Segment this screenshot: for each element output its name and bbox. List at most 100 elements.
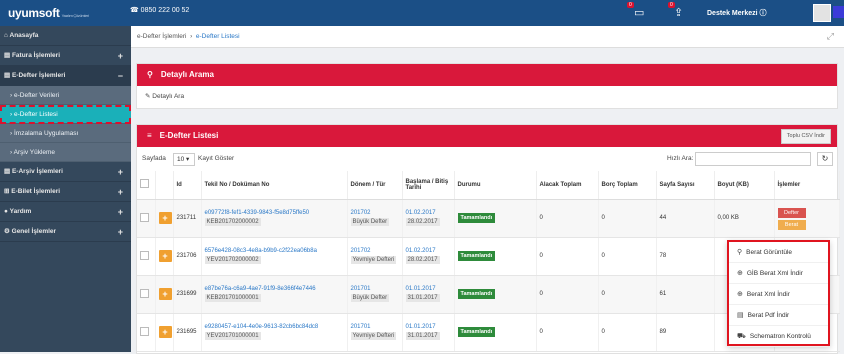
sidebar-item-help[interactable]: ● Yardım + xyxy=(0,202,131,222)
header-select[interactable] xyxy=(137,171,156,200)
row-end-date: 31.01.2017 xyxy=(405,332,440,340)
sidebar-item-edefter-data[interactable]: › e-Defter Verileri xyxy=(0,86,131,105)
row-period[interactable]: 201702 xyxy=(351,210,399,216)
logo[interactable]: uyumsoft Yazılım Çözümleri xyxy=(8,6,89,20)
page-size-select[interactable]: 10 ▾ xyxy=(173,153,195,166)
row-pages: 89 xyxy=(656,313,715,352)
menu-item-schematron-check[interactable]: ⛟ Schematron Kontrolü xyxy=(729,326,828,347)
user-menu[interactable] xyxy=(833,6,844,18)
header-size[interactable]: Boyut (KB) xyxy=(714,171,775,200)
refresh-icon[interactable]: ↻ xyxy=(817,152,833,166)
breadcrumb: e-Defter İşlemleri › e-Defter Listesi ⤢ xyxy=(131,26,844,48)
header-uuid[interactable]: Tekil No / Doküman No xyxy=(201,171,348,200)
row-checkbox[interactable] xyxy=(140,250,149,260)
row-id: 231695 xyxy=(173,313,202,352)
row-checkbox[interactable] xyxy=(140,326,149,336)
row-debit: 0 xyxy=(598,199,657,238)
sidebar-item-eticket[interactable]: ⊞ E-Bilet İşlemleri + xyxy=(0,182,131,202)
header-credit[interactable]: Alacak Toplam xyxy=(536,171,599,200)
sidebar-item-archive-upload[interactable]: › Arşiv Yükleme xyxy=(0,143,131,162)
sidebar-item-edefter[interactable]: ▤ E-Defter İşlemleri − xyxy=(0,66,131,86)
header-expand xyxy=(155,171,174,200)
quick-search-input[interactable] xyxy=(695,152,811,166)
select-all-checkbox[interactable] xyxy=(140,179,149,189)
expand-icon: + xyxy=(117,227,123,237)
defter-button[interactable]: Defter xyxy=(777,207,806,218)
expand-icon: + xyxy=(117,51,123,61)
inbox-icon[interactable]: ▭ xyxy=(634,6,644,19)
detailed-search-link[interactable]: ✎ Detaylı Ara xyxy=(137,86,837,106)
row-start-date: 01.02.2017 xyxy=(405,248,436,254)
menu-item-view-berat[interactable]: ⚲ Berat Görüntüle xyxy=(729,242,828,263)
menu-item-berat-xml[interactable]: ⊕ Berat Xml İndir xyxy=(729,284,828,305)
expand-icon: + xyxy=(117,207,123,217)
row-uuid-link[interactable]: 6576e428-08c3-4e8a-b9b9-c2f22ea06b8a xyxy=(205,248,344,254)
row-start-date: 01.02.2017 xyxy=(405,210,436,216)
archive-icon: ▤ xyxy=(4,168,12,175)
row-doc-no: YEV201702000002 xyxy=(204,256,261,264)
sidebar-item-signing-app[interactable]: › İmzalama Uygulaması xyxy=(0,124,131,143)
row-period[interactable]: 201702 xyxy=(351,248,399,254)
berat-menu: ⚲ Berat Görüntüle ⊕ GİB Berat Xml İndir ⊕ B… xyxy=(727,240,830,347)
expand-icon: + xyxy=(117,187,123,197)
breadcrumb-parent[interactable]: e-Defter İşlemleri xyxy=(137,33,186,40)
sidebar-item-general[interactable]: ⚙ Genel İşlemler + xyxy=(0,222,131,242)
search-icon: ⚲ xyxy=(737,249,743,256)
row-period[interactable]: 201701 xyxy=(351,286,399,292)
row-doc-no: YEV201701000001 xyxy=(204,332,261,340)
search-panel-header[interactable]: ⚲ Detaylı Arama xyxy=(137,64,837,86)
row-credit: 0 xyxy=(536,313,599,352)
list-panel-header: ≡ E-Defter Listesi Toplu CSV İndir xyxy=(137,125,837,147)
sidebar-item-edefter-list[interactable]: › e-Defter Listesi xyxy=(0,105,131,124)
row-type: Büyük Defter xyxy=(350,294,390,302)
menu-item-berat-pdf[interactable]: ▤ Berat Pdf İndir xyxy=(729,305,828,326)
row-debit: 0 xyxy=(598,237,657,276)
expand-icon: + xyxy=(117,167,123,177)
header-debit[interactable]: Borç Toplam xyxy=(598,171,657,200)
header-pages[interactable]: Sayfa Sayısı xyxy=(656,171,715,200)
header-actions: İşlemler xyxy=(774,171,840,200)
row-end-date: 28.02.2017 xyxy=(405,218,440,226)
status-badge: Tamamlandı xyxy=(457,289,496,299)
row-pages: 61 xyxy=(656,275,715,314)
row-expand-button[interactable]: + xyxy=(158,212,172,224)
avatar[interactable] xyxy=(813,4,831,22)
header-period[interactable]: Dönem / Tür xyxy=(347,171,403,200)
row-expand-button[interactable]: + xyxy=(158,250,172,262)
row-checkbox[interactable] xyxy=(140,212,149,222)
row-type: Yevmiye Defteri xyxy=(350,332,397,340)
header-dates[interactable]: Başlama / Bitiş Tarihi xyxy=(402,171,455,200)
bulk-csv-download-button[interactable]: Toplu CSV İndir xyxy=(780,129,831,144)
sidebar-item-earchive[interactable]: ▤ E-Arşiv İşlemleri + xyxy=(0,162,131,182)
top-bar: uyumsoft Yazılım Çözümleri ☎ 0850 222 00 … xyxy=(0,0,844,26)
row-uuid-link[interactable]: e9280457-e104-4e0e-9613-82cb6bc84dc8 xyxy=(205,324,344,330)
header-id[interactable]: Id xyxy=(173,171,202,200)
row-expand-button[interactable]: + xyxy=(158,326,172,338)
collapse-icon: − xyxy=(117,71,123,81)
upload-icon[interactable]: ⇪ xyxy=(674,6,683,19)
row-checkbox[interactable] xyxy=(140,288,149,298)
search-icon: ⚲ xyxy=(147,70,153,79)
row-id: 231711 xyxy=(173,199,202,238)
row-period[interactable]: 201701 xyxy=(351,324,399,330)
settings-icon: ⚙ xyxy=(4,228,12,235)
fullscreen-icon[interactable]: ⤢ xyxy=(827,31,834,42)
table-header-row: Id Tekil No / Doküman No Dönem / Tür Baş… xyxy=(137,171,840,200)
status-badge: Tamamlandı xyxy=(457,213,496,223)
row-size: 0,00 KB xyxy=(714,199,775,238)
row-uuid-link[interactable]: e09772f8-fef1-4339-9843-f5e8d75ffe50 xyxy=(205,210,344,216)
row-type: Yevmiye Defteri xyxy=(350,256,397,264)
header-status[interactable]: Durumu xyxy=(454,171,537,200)
menu-item-gib-berat-xml[interactable]: ⊕ GİB Berat Xml İndir xyxy=(729,263,828,284)
sidebar-item-home[interactable]: ⌂ Anasayfa xyxy=(0,26,131,46)
sidebar-item-invoice[interactable]: ▤ Fatura İşlemleri + xyxy=(0,46,131,66)
table-row: + 231711 e09772f8-fef1-4339-9843-f5e8d75… xyxy=(137,199,840,238)
row-pages: 78 xyxy=(656,237,715,276)
list-icon: ≡ xyxy=(147,131,152,140)
help-center-link[interactable]: Destek Merkezi ⓘ xyxy=(707,8,767,18)
row-doc-no: KEB201702000002 xyxy=(204,218,261,226)
row-expand-button[interactable]: + xyxy=(158,288,172,300)
berat-button[interactable]: Berat xyxy=(777,219,806,230)
row-uuid-link[interactable]: e87be76a-c6a9-4ae7-91f9-8e366f4e7446 xyxy=(205,286,344,292)
row-credit: 0 xyxy=(536,237,599,276)
